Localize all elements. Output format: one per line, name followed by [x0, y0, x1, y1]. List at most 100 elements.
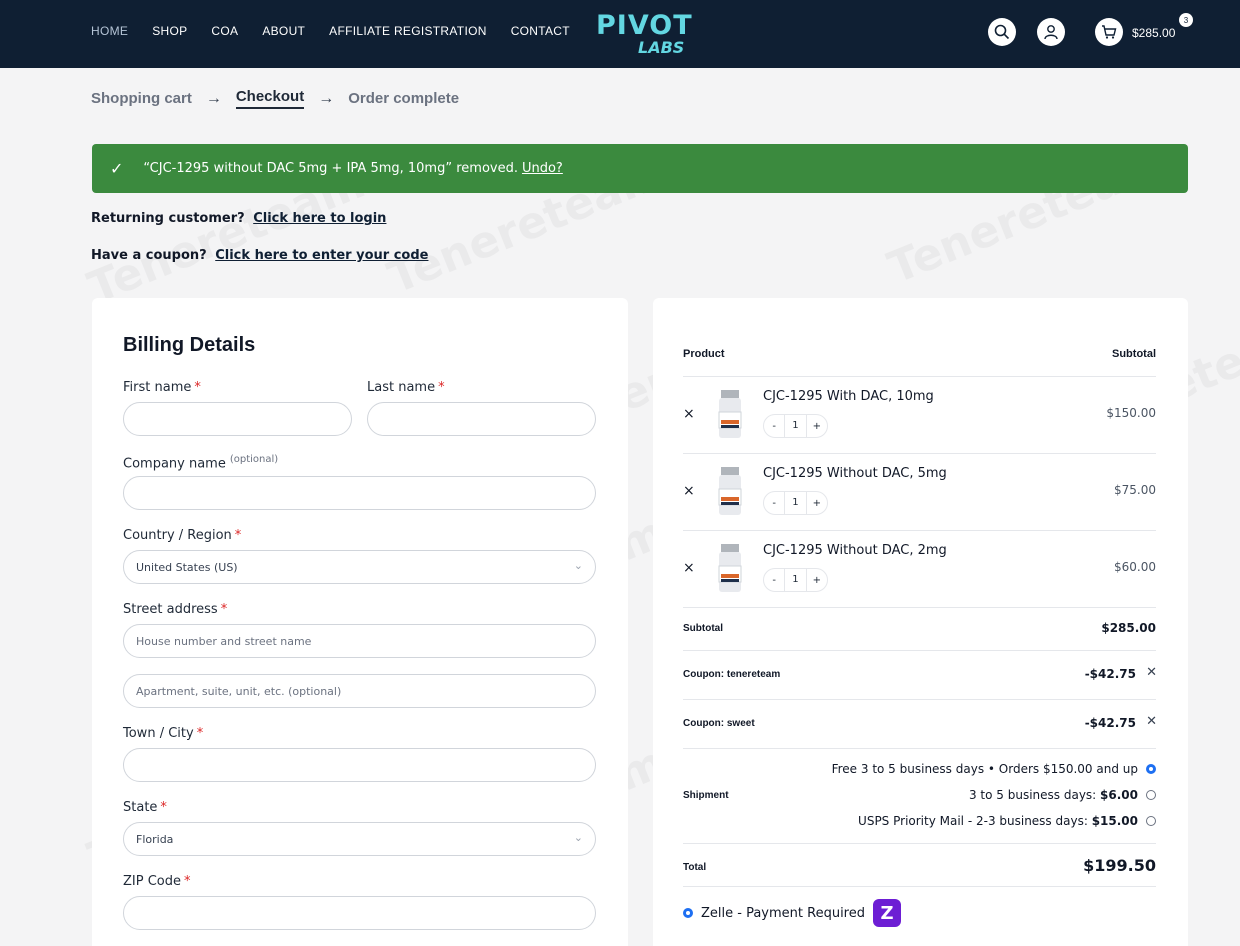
checkout-steps: Shopping cart → Checkout → Order complet…	[91, 88, 459, 109]
nav-contact[interactable]: CONTACT	[511, 24, 570, 38]
order-review-panel: Product Subtotal × CJC-1295 With DAC, 10…	[653, 298, 1188, 946]
user-icon	[1044, 25, 1058, 40]
increase-button[interactable]: +	[807, 575, 827, 586]
first-name-field[interactable]	[123, 402, 352, 436]
divider	[683, 699, 1156, 700]
main-nav: HOME SHOP COA ABOUT AFFILIATE REGISTRATI…	[91, 24, 570, 38]
product-vial-image	[718, 544, 742, 592]
quantity-stepper: - 1 +	[763, 491, 828, 515]
cart-item: × CJC-1295 Without DAC, 2mg - 1 + $60.00	[683, 530, 1156, 607]
remove-coupon-icon[interactable]: ✕	[1146, 714, 1157, 729]
nav-affiliate-registration[interactable]: AFFILIATE REGISTRATION	[329, 24, 487, 38]
returning-customer-line: Returning customer? Click here to login	[91, 211, 386, 226]
item-name[interactable]: CJC-1295 Without DAC, 2mg	[763, 543, 947, 558]
cart-notice: ✓ “CJC-1295 without DAC 5mg + IPA 5mg, 1…	[92, 144, 1188, 193]
item-price: $60.00	[1114, 560, 1156, 574]
item-name[interactable]: CJC-1295 With DAC, 10mg	[763, 389, 934, 404]
zelle-logo-icon: Z	[873, 899, 901, 927]
chevron-down-icon: ⌄	[573, 559, 583, 572]
payment-method-label: Zelle - Payment Required	[701, 905, 865, 921]
last-name-field[interactable]	[367, 402, 596, 436]
shipping-option-text: Free 3 to 5 business days • Orders $150.…	[831, 762, 1138, 776]
order-total: $199.50	[1083, 856, 1156, 875]
undo-link[interactable]: Undo?	[522, 161, 563, 176]
nav-coa[interactable]: COA	[211, 24, 238, 38]
enter-coupon-link[interactable]: Click here to enter your code	[215, 248, 428, 263]
coupon-prompt-line: Have a coupon? Click here to enter your …	[91, 248, 428, 263]
decrease-button[interactable]: -	[764, 421, 784, 432]
nav-shop[interactable]: SHOP	[152, 24, 187, 38]
decrease-button[interactable]: -	[764, 498, 784, 509]
city-label: Town / City *	[123, 726, 204, 741]
state-label: State *	[123, 800, 167, 815]
remove-coupon-icon[interactable]: ✕	[1146, 665, 1157, 680]
quantity-value[interactable]: 1	[784, 491, 807, 515]
search-icon	[994, 24, 1010, 40]
coupon-label: Coupon: sweet	[683, 718, 755, 729]
street-address-2-field[interactable]	[123, 674, 596, 708]
zip-code-field[interactable]	[123, 896, 596, 930]
notice-text: “CJC-1295 without DAC 5mg + IPA 5mg, 10m…	[143, 161, 518, 176]
shipping-option-priority[interactable]: USPS Priority Mail - 2-3 business days: …	[858, 814, 1156, 828]
cart-item: × CJC-1295 With DAC, 10mg - 1 + $150.00	[683, 376, 1156, 453]
account-button[interactable]	[1037, 18, 1065, 46]
product-vial-image	[718, 390, 742, 438]
billing-panel: Billing Details First name * Last name * C…	[92, 298, 628, 946]
increase-button[interactable]: +	[807, 421, 827, 432]
divider	[683, 748, 1156, 749]
decrease-button[interactable]: -	[764, 575, 784, 586]
radio-unselected[interactable]	[1146, 790, 1156, 800]
nav-about[interactable]: ABOUT	[262, 24, 305, 38]
payment-method-zelle[interactable]: Zelle - Payment Required Z	[683, 899, 901, 927]
quantity-value[interactable]: 1	[784, 414, 807, 438]
item-price: $150.00	[1106, 406, 1156, 420]
total-label: Total	[683, 862, 707, 873]
coupon-discount: -$42.75	[1084, 667, 1136, 681]
step-shopping-cart[interactable]: Shopping cart	[91, 90, 192, 107]
radio-selected[interactable]	[683, 908, 693, 918]
logo-subtext: LABS	[638, 38, 685, 57]
arrow-right-icon: →	[205, 89, 222, 107]
column-product: Product	[683, 348, 725, 360]
remove-item-icon[interactable]: ×	[683, 483, 695, 499]
divider	[683, 886, 1156, 887]
increase-button[interactable]: +	[807, 498, 827, 509]
site-logo[interactable]: PIVOT LABS	[594, 10, 692, 60]
search-button[interactable]	[988, 18, 1016, 46]
remove-item-icon[interactable]: ×	[683, 406, 695, 422]
quantity-stepper: - 1 +	[763, 568, 828, 592]
cart-button[interactable]	[1095, 18, 1123, 46]
company-label: Company name (optional)	[123, 454, 279, 472]
first-name-label: First name *	[123, 380, 201, 395]
check-icon: ✓	[110, 159, 124, 178]
cart-item: × CJC-1295 Without DAC, 5mg - 1 + $75.00	[683, 453, 1156, 530]
country-select[interactable]: United States (US) ⌄	[123, 550, 596, 584]
logo-text: PIVOT	[596, 10, 693, 41]
chevron-down-icon: ⌄	[573, 831, 583, 844]
column-subtotal: Subtotal	[1112, 348, 1156, 360]
cart-total[interactable]: $285.00	[1132, 26, 1175, 40]
last-name-label: Last name *	[367, 380, 445, 395]
billing-title: Billing Details	[123, 334, 256, 356]
radio-unselected[interactable]	[1146, 816, 1156, 826]
cart-count-badge: 3	[1179, 13, 1193, 27]
shipping-option-standard[interactable]: 3 to 5 business days: $6.00	[969, 788, 1156, 802]
shipping-option-text: USPS Priority Mail - 2-3 business days: …	[858, 814, 1138, 828]
radio-selected[interactable]	[1146, 764, 1156, 774]
subtotal-value: $285.00	[1101, 621, 1156, 635]
shipping-option-free[interactable]: Free 3 to 5 business days • Orders $150.…	[832, 762, 1156, 776]
quantity-value[interactable]: 1	[784, 568, 807, 592]
login-link[interactable]: Click here to login	[253, 211, 386, 226]
coupon-label: Coupon: tenereteam	[683, 669, 781, 680]
product-vial-image	[718, 467, 742, 515]
step-order-complete: Order complete	[348, 90, 460, 107]
street-address-field[interactable]	[123, 624, 596, 658]
nav-home[interactable]: HOME	[91, 24, 128, 38]
item-name[interactable]: CJC-1295 Without DAC, 5mg	[763, 466, 947, 481]
remove-item-icon[interactable]: ×	[683, 560, 695, 576]
state-select[interactable]: Florida ⌄	[123, 822, 596, 856]
step-checkout[interactable]: Checkout	[235, 88, 305, 109]
company-field[interactable]	[123, 476, 596, 510]
city-field[interactable]	[123, 748, 596, 782]
quantity-stepper: - 1 +	[763, 414, 828, 438]
